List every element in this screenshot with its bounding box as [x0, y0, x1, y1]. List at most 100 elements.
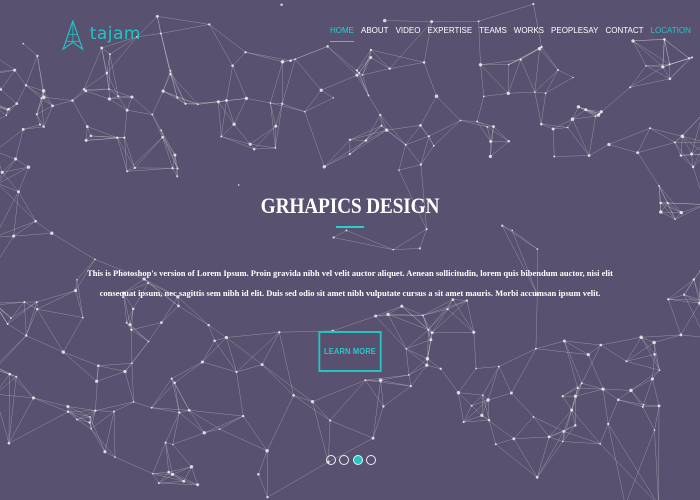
network-line	[36, 290, 76, 303]
network-line	[63, 317, 84, 353]
network-line	[168, 471, 184, 482]
nav-location[interactable]: LOCATION	[651, 26, 691, 41]
network-line	[221, 136, 255, 150]
network-node	[446, 307, 449, 311]
network-node	[432, 144, 435, 147]
network-line	[508, 91, 535, 94]
network-line	[152, 473, 184, 482]
network-line	[375, 315, 423, 317]
network-line	[24, 302, 27, 336]
network-line	[537, 441, 563, 478]
network-line	[258, 450, 268, 475]
nav-video[interactable]: VIDEO	[396, 26, 421, 41]
network-line	[254, 147, 276, 150]
title-underline	[336, 226, 364, 228]
network-line	[98, 365, 126, 372]
network-line	[114, 401, 134, 412]
nav-home[interactable]: HOME	[330, 26, 354, 42]
learn-more-button[interactable]: LEARN MORE	[318, 331, 382, 372]
network-line	[171, 361, 203, 379]
network-line	[436, 96, 461, 121]
network-line	[680, 303, 700, 336]
network-node	[422, 61, 426, 64]
network-node	[428, 135, 430, 138]
nav-expertise[interactable]: EXPERTISE	[427, 26, 472, 41]
slide-dot-4[interactable]	[365, 455, 376, 465]
network-line	[588, 144, 610, 156]
network-node	[294, 58, 297, 61]
site-logo[interactable]: tajam	[61, 16, 141, 54]
network-line	[365, 380, 384, 407]
network-node	[586, 352, 590, 357]
nav-about[interactable]: ABOUT	[361, 26, 389, 41]
network-node	[535, 475, 539, 479]
network-line	[36, 105, 53, 115]
network-node	[310, 400, 315, 404]
network-node	[164, 441, 167, 444]
network-line	[637, 128, 651, 153]
network-node	[85, 125, 89, 129]
network-line	[645, 65, 671, 79]
network-node	[361, 74, 364, 76]
nav-teams[interactable]: TEAMS	[479, 26, 507, 41]
network-line	[0, 129, 24, 148]
network-node	[478, 63, 483, 67]
network-line	[535, 340, 565, 349]
network-node	[425, 228, 428, 231]
network-line	[575, 388, 604, 397]
network-node	[629, 388, 633, 393]
network-line	[408, 374, 412, 387]
network-node	[51, 104, 54, 108]
network-node	[348, 152, 351, 156]
network-line	[406, 339, 431, 350]
network-node	[371, 436, 375, 440]
network-line	[380, 380, 384, 407]
network-line	[282, 103, 305, 112]
network-line	[433, 120, 461, 146]
network-line	[126, 137, 163, 172]
network-node	[690, 152, 694, 156]
network-line	[219, 415, 244, 430]
network-node	[509, 391, 513, 395]
network-node	[71, 99, 74, 102]
network-node	[265, 449, 269, 453]
network-line	[174, 361, 203, 383]
network-line	[312, 401, 329, 463]
network-node	[650, 377, 654, 381]
network-node	[539, 122, 543, 126]
slide-dot-1[interactable]	[326, 455, 336, 465]
network-node	[173, 153, 177, 157]
network-line	[508, 59, 521, 94]
network-line	[654, 430, 659, 500]
nav-peoplesay[interactable]: PEOPLESAY	[551, 26, 598, 41]
network-node	[187, 408, 191, 412]
network-line	[372, 380, 381, 439]
network-line	[270, 102, 277, 127]
slide-dot-3-active[interactable]	[352, 455, 363, 465]
network-line	[226, 65, 233, 101]
network-line	[266, 395, 294, 451]
network-line	[387, 314, 407, 349]
network-line	[487, 126, 509, 142]
network-line	[534, 92, 542, 125]
network-line	[226, 331, 280, 338]
network-line	[365, 374, 409, 381]
network-node	[425, 363, 429, 367]
network-node	[169, 73, 172, 76]
nav-contact[interactable]: CONTACT	[605, 26, 643, 41]
network-line	[13, 221, 36, 237]
network-node	[641, 405, 644, 408]
network-line	[481, 415, 514, 439]
nav-works[interactable]: WORKS	[514, 26, 544, 41]
network-line	[133, 401, 152, 408]
network-node	[176, 96, 179, 99]
slide-dot-2[interactable]	[339, 455, 350, 465]
network-node	[292, 394, 295, 397]
network-line	[660, 211, 676, 220]
network-node	[658, 369, 661, 372]
network-node	[408, 374, 410, 376]
network-node	[470, 404, 473, 407]
network-node	[114, 456, 116, 458]
network-node	[280, 60, 285, 64]
network-node	[666, 201, 669, 205]
